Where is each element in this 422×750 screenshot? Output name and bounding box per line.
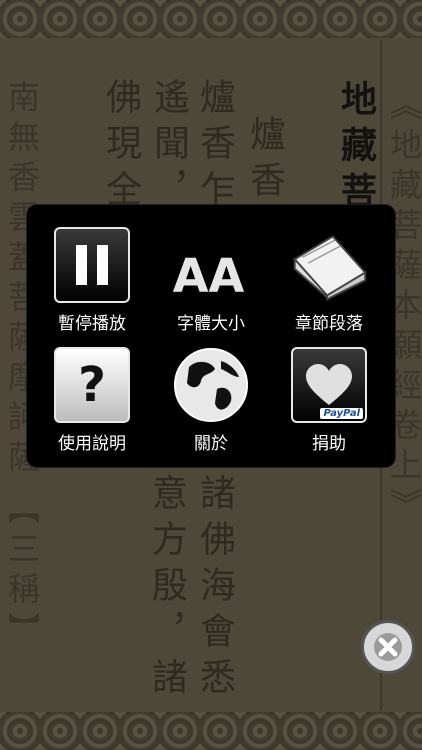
about-button[interactable]: 關於: [156, 345, 266, 463]
help-label: 使用說明: [58, 434, 126, 454]
paypal-badge: PayPal: [320, 408, 363, 419]
close-icon: [374, 633, 402, 661]
pause-button[interactable]: 暫停播放: [37, 225, 147, 343]
help-icon: ?: [52, 345, 132, 425]
scripture-column: 意方殷，諸: [146, 474, 187, 704]
chapters-button[interactable]: 章節段落: [274, 225, 384, 343]
font-size-icon: AA: [171, 225, 251, 305]
globe-icon: [171, 345, 251, 425]
donate-button[interactable]: PayPal 捐助: [274, 345, 384, 463]
chapters-label: 章節段落: [295, 314, 363, 334]
about-label: 關於: [194, 434, 228, 454]
font-size-label: 字體大小: [177, 314, 245, 334]
pause-icon: [52, 225, 132, 305]
scripture-note: 【三稱】: [3, 492, 41, 652]
help-button[interactable]: ? 使用說明: [37, 345, 147, 463]
scripture-column: 諸佛海會悉: [194, 474, 235, 704]
font-size-button[interactable]: AA 字體大小: [156, 225, 266, 343]
ornament-border-bottom: [0, 712, 422, 750]
menu-overlay: 暫停播放 AA 字體大小 章節段落 ? 使用說明 關於 PayPal 捐助: [27, 205, 395, 467]
donate-label: 捐助: [312, 434, 346, 454]
ornament-border-top: [0, 0, 422, 38]
close-button[interactable]: [361, 620, 415, 674]
heart-icon: PayPal: [289, 345, 369, 425]
svg-text:AA: AA: [173, 249, 245, 301]
pause-label: 暫停播放: [58, 314, 126, 334]
book-icon: [289, 225, 369, 305]
